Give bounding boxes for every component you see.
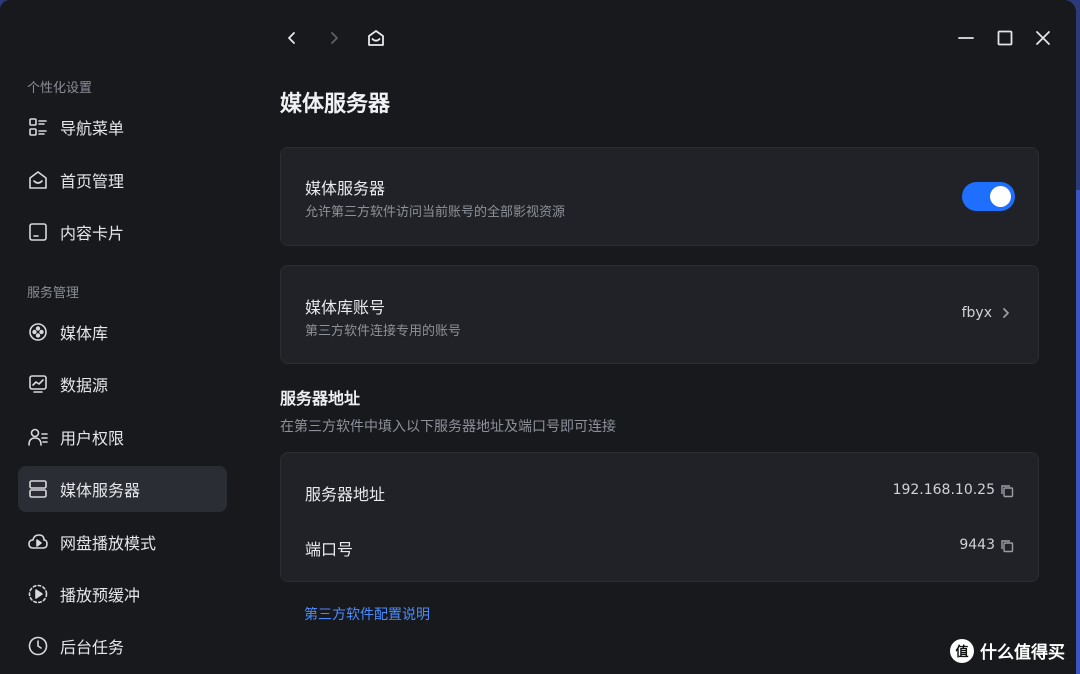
server-address-desc: 在第三方软件中填入以下服务器地址及端口号即可连接 (280, 419, 616, 435)
sidebar-item-media-server[interactable]: 媒体服务器 (18, 466, 227, 512)
watermark-text: 什么值得买 (980, 643, 1065, 663)
copy-icon[interactable] (1000, 483, 1014, 498)
sidebar-item-label: 首页管理 (60, 172, 125, 191)
sidebar-item-label: 内容卡片 (60, 224, 125, 243)
chevron-right-icon (1003, 308, 1009, 318)
port-value-row: 9443 (959, 537, 1014, 553)
account-desc: 第三方软件连接专用的账号 (305, 324, 462, 339)
server-address-card: 服务器地址 192.168.10.25 端口号 9443 (280, 452, 1039, 582)
buffer-icon (27, 583, 49, 605)
media-library-account-card[interactable]: 媒体库账号 第三方软件连接专用的账号 fbyx (280, 265, 1039, 364)
close-icon (1036, 31, 1050, 45)
server-icon (27, 478, 49, 500)
desktop-edge (1076, 190, 1080, 674)
sidebar-item-label: 导航菜单 (60, 119, 125, 138)
users-icon (27, 426, 49, 448)
port-label: 端口号 (305, 540, 354, 559)
watermark-logo: 值 (950, 638, 974, 663)
back-button[interactable] (278, 24, 306, 52)
sidebar-item-nav-menu[interactable]: 导航菜单 (18, 104, 227, 150)
minimize-icon (958, 37, 974, 39)
server-address-value-row: 192.168.10.25 (893, 482, 1014, 498)
maximize-icon (997, 30, 1013, 46)
media-server-toggle[interactable] (962, 182, 1015, 211)
server-address-label: 服务器地址 (305, 485, 386, 504)
sidebar-item-label: 媒体服务器 (60, 481, 141, 500)
card-icon (27, 221, 49, 243)
sidebar-item-cloud-play-mode[interactable]: 网盘播放模式 (18, 519, 227, 565)
media-server-title: 媒体服务器 (305, 179, 386, 198)
media-server-desc: 允许第三方软件访问当前账号的全部影视资源 (305, 205, 566, 220)
account-value: fbyx (961, 305, 992, 321)
maximize-button[interactable] (991, 24, 1019, 52)
sidebar-item-label: 后台任务 (60, 638, 125, 657)
watermark: 值 什么值得买 (950, 638, 1065, 663)
clock-icon (27, 635, 49, 657)
account-title: 媒体库账号 (305, 298, 386, 317)
toggle-knob (990, 186, 1011, 207)
sidebar-item-content-card[interactable]: 内容卡片 (18, 209, 227, 255)
section-title-service: 服务管理 (27, 286, 80, 301)
sidebar-item-home-management[interactable]: 首页管理 (18, 157, 227, 203)
chart-icon (27, 373, 49, 395)
close-button[interactable] (1029, 24, 1057, 52)
sidebar-item-label: 数据源 (60, 376, 109, 395)
list-icon (27, 116, 49, 138)
home-icon (368, 30, 384, 46)
section-title-personalization: 个性化设置 (27, 81, 93, 96)
media-library-icon (27, 321, 49, 343)
port-value: 9443 (959, 537, 995, 553)
sidebar-item-background-tasks[interactable]: 后台任务 (18, 623, 227, 669)
minimize-button[interactable] (952, 24, 980, 52)
page-title: 媒体服务器 (280, 92, 391, 117)
sidebar-item-play-buffer[interactable]: 播放预缓冲 (18, 571, 227, 617)
server-address-value: 192.168.10.25 (892, 482, 995, 498)
config-help-link[interactable]: 第三方软件配置说明 (304, 604, 430, 624)
sidebar-item-label: 网盘播放模式 (60, 534, 157, 553)
app-window: 个性化设置 导航菜单 首页管理 内容卡片 服务管理 媒体库 数据源 用户权限 媒… (0, 0, 1076, 674)
forward-button[interactable] (320, 24, 348, 52)
sidebar-item-label: 用户权限 (60, 429, 125, 448)
server-address-heading: 服务器地址 (280, 389, 361, 408)
home-icon (27, 169, 49, 191)
cloud-play-icon (27, 531, 49, 553)
chevron-left-icon (288, 32, 295, 44)
home-button[interactable] (362, 24, 390, 52)
sidebar-item-user-permissions[interactable]: 用户权限 (18, 414, 227, 460)
sidebar-item-media-library[interactable]: 媒体库 (18, 309, 227, 355)
top-navigation (278, 24, 390, 52)
media-server-card: 媒体服务器 允许第三方软件访问当前账号的全部影视资源 (280, 147, 1039, 246)
copy-icon[interactable] (1000, 538, 1014, 553)
sidebar: 个性化设置 导航菜单 首页管理 内容卡片 服务管理 媒体库 数据源 用户权限 媒… (0, 0, 240, 674)
sidebar-item-data-source[interactable]: 数据源 (18, 361, 227, 407)
sidebar-item-label: 媒体库 (60, 324, 109, 343)
chevron-right-icon (331, 32, 338, 44)
sidebar-item-label: 播放预缓冲 (60, 586, 141, 605)
account-value-link[interactable]: fbyx (962, 305, 1012, 321)
